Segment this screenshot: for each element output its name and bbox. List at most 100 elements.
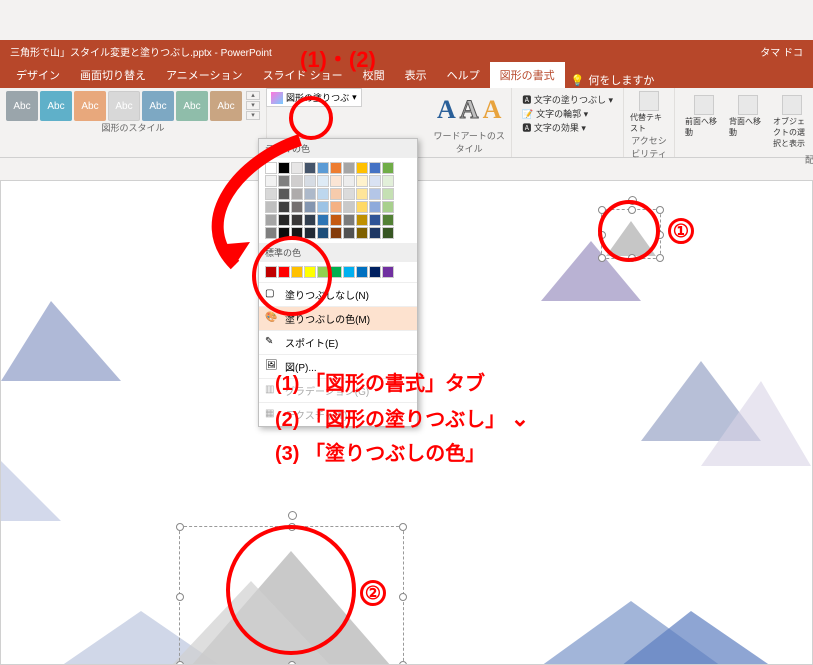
color-swatch[interactable] — [317, 227, 329, 239]
color-swatch[interactable] — [317, 188, 329, 200]
color-swatch[interactable] — [304, 201, 316, 213]
text-fill-button[interactable]: 🅰 文字の塗りつぶし ▾ — [522, 93, 613, 106]
no-fill-option[interactable]: ▢塗りつぶしなし(N) — [259, 282, 417, 306]
color-swatch[interactable] — [369, 266, 381, 278]
color-swatch[interactable] — [291, 188, 303, 200]
color-swatch[interactable] — [278, 175, 290, 187]
color-swatch[interactable] — [317, 175, 329, 187]
color-swatch[interactable] — [343, 188, 355, 200]
tell-me[interactable]: 💡 何をしますか — [571, 72, 655, 88]
color-swatch[interactable] — [369, 227, 381, 239]
color-swatch[interactable] — [265, 188, 277, 200]
gallery-more[interactable]: ▾ — [246, 111, 260, 120]
color-swatch[interactable] — [330, 214, 342, 226]
tab-design[interactable]: デザイン — [6, 62, 70, 88]
color-swatch[interactable] — [291, 201, 303, 213]
color-swatch[interactable] — [278, 162, 290, 174]
color-swatch[interactable] — [278, 227, 290, 239]
style-swatch[interactable]: Abc — [40, 91, 72, 121]
color-swatch[interactable] — [343, 201, 355, 213]
color-swatch[interactable] — [382, 266, 394, 278]
shape-style-gallery[interactable]: Abc Abc Abc Abc Abc Abc Abc ▴ ▾ ▾ — [6, 91, 260, 121]
color-swatch[interactable] — [265, 227, 277, 239]
color-swatch[interactable] — [356, 214, 368, 226]
style-swatch[interactable]: Abc — [6, 91, 38, 121]
color-swatch[interactable] — [382, 227, 394, 239]
style-swatch[interactable]: Abc — [210, 91, 242, 121]
triangle-shape[interactable] — [1, 301, 121, 381]
color-swatch[interactable] — [330, 227, 342, 239]
color-swatch[interactable] — [369, 188, 381, 200]
color-swatch[interactable] — [369, 175, 381, 187]
color-swatch[interactable] — [369, 201, 381, 213]
more-colors-option[interactable]: 🎨塗りつぶしの色(M) — [259, 306, 417, 330]
gallery-up[interactable]: ▴ — [246, 91, 260, 100]
color-swatch[interactable] — [382, 214, 394, 226]
bring-forward-button[interactable]: 前面へ移動 — [685, 95, 723, 149]
style-swatch[interactable]: Abc — [142, 91, 174, 121]
color-swatch[interactable] — [278, 188, 290, 200]
selection-pane-button[interactable]: オブジェクトの選択と表示 — [773, 95, 811, 149]
style-swatch[interactable]: Abc — [176, 91, 208, 121]
color-swatch[interactable] — [291, 214, 303, 226]
tab-shape-format[interactable]: 図形の書式 — [490, 62, 565, 88]
send-backward-button[interactable]: 背面へ移動 — [729, 95, 767, 149]
color-swatch[interactable] — [356, 188, 368, 200]
color-swatch[interactable] — [356, 266, 368, 278]
color-swatch[interactable] — [382, 175, 394, 187]
color-swatch[interactable] — [278, 214, 290, 226]
color-swatch[interactable] — [369, 214, 381, 226]
color-swatch[interactable] — [330, 188, 342, 200]
color-swatch[interactable] — [382, 188, 394, 200]
color-swatch[interactable] — [330, 162, 342, 174]
wordart-gallery[interactable]: A A A — [433, 91, 505, 129]
wordart-style[interactable]: A — [483, 95, 502, 125]
color-swatch[interactable] — [304, 175, 316, 187]
color-swatch[interactable] — [265, 201, 277, 213]
color-swatch[interactable] — [356, 227, 368, 239]
tab-view[interactable]: 表示 — [395, 62, 437, 88]
style-swatch[interactable]: Abc — [108, 91, 140, 121]
text-outline-button[interactable]: 📝 文字の輪郭 ▾ — [522, 107, 613, 120]
color-swatch[interactable] — [382, 162, 394, 174]
color-swatch[interactable] — [343, 175, 355, 187]
eyedropper-option[interactable]: ✎スポイト(E) — [259, 330, 417, 354]
color-swatch[interactable] — [304, 227, 316, 239]
color-swatch[interactable] — [343, 227, 355, 239]
color-swatch[interactable] — [343, 162, 355, 174]
color-swatch[interactable] — [291, 227, 303, 239]
color-swatch[interactable] — [343, 214, 355, 226]
color-swatch[interactable] — [382, 201, 394, 213]
color-swatch[interactable] — [291, 162, 303, 174]
color-swatch[interactable] — [291, 266, 303, 278]
color-swatch[interactable] — [317, 214, 329, 226]
style-swatch[interactable]: Abc — [74, 91, 106, 121]
tab-help[interactable]: ヘルプ — [437, 62, 490, 88]
color-swatch[interactable] — [265, 162, 277, 174]
wordart-style[interactable]: A — [460, 95, 479, 125]
color-swatch[interactable] — [317, 201, 329, 213]
color-swatch[interactable] — [265, 266, 277, 278]
color-swatch[interactable] — [265, 175, 277, 187]
color-swatch[interactable] — [317, 266, 329, 278]
color-swatch[interactable] — [330, 266, 342, 278]
color-swatch[interactable] — [291, 175, 303, 187]
color-swatch[interactable] — [356, 162, 368, 174]
color-swatch[interactable] — [330, 175, 342, 187]
color-swatch[interactable] — [356, 201, 368, 213]
alt-text-button[interactable]: 代替テキスト — [630, 91, 668, 134]
color-swatch[interactable] — [278, 201, 290, 213]
color-swatch[interactable] — [304, 188, 316, 200]
color-swatch[interactable] — [330, 201, 342, 213]
text-effects-button[interactable]: 🅰 文字の効果 ▾ — [522, 121, 613, 134]
color-swatch[interactable] — [265, 214, 277, 226]
color-swatch[interactable] — [304, 266, 316, 278]
tab-transition[interactable]: 画面切り替え — [70, 62, 156, 88]
gallery-down[interactable]: ▾ — [246, 101, 260, 110]
color-swatch[interactable] — [343, 266, 355, 278]
color-swatch[interactable] — [278, 266, 290, 278]
tab-animation[interactable]: アニメーション — [156, 62, 253, 88]
wordart-style[interactable]: A — [437, 95, 456, 125]
color-swatch[interactable] — [304, 214, 316, 226]
color-swatch[interactable] — [356, 175, 368, 187]
